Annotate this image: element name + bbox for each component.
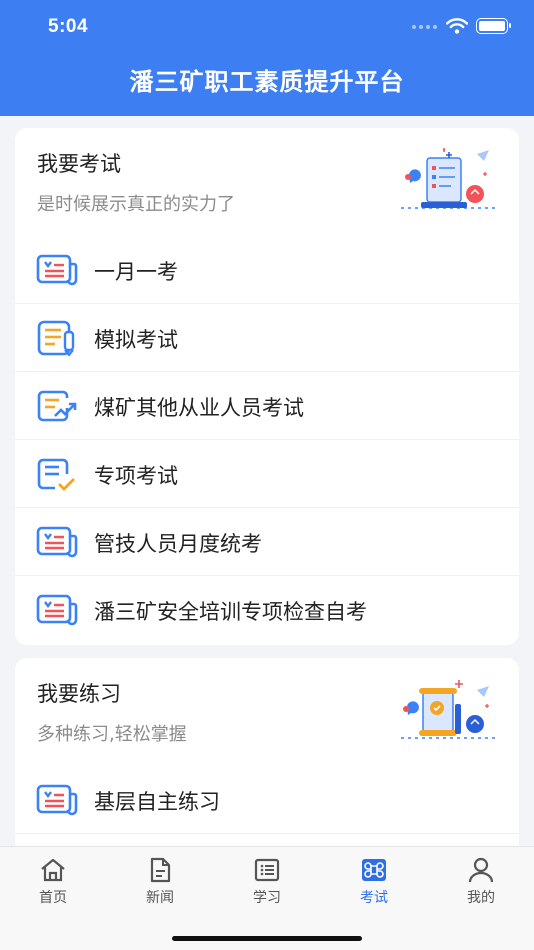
home-indicator[interactable] — [172, 936, 362, 941]
exam-item-label: 潘三矿安全培训专项检查自考 — [94, 600, 367, 624]
tab-label: 新闻 — [146, 890, 174, 906]
tab-home[interactable]: 首页 — [18, 857, 88, 909]
wifi-icon — [446, 18, 468, 34]
exam-section-title: 我要考试 — [37, 152, 121, 176]
status-time: 5:04 — [48, 16, 89, 37]
exam-item-label: 专项考试 — [94, 464, 178, 488]
exam-item-label: 煤矿其他从业人员考试 — [94, 396, 304, 420]
document-check-icon — [37, 458, 75, 491]
exam-item-safety-self-test[interactable]: 潘三矿安全培训专项检查自考 — [15, 576, 519, 644]
cellular-signal-icon — [412, 23, 438, 29]
practice-section-subtitle: 多种练习,轻松掌握 — [37, 724, 187, 745]
practice-card: 我要练习 多种练习,轻松掌握 基层自主练习 — [15, 658, 519, 858]
battery-icon — [476, 18, 511, 34]
bottom-tab-bar: 首页 新闻 学习 考试 我的 — [0, 846, 534, 950]
tab-mine[interactable]: 我的 — [446, 857, 516, 909]
exam-item-management[interactable]: 管技人员月度统考 — [15, 508, 519, 576]
newspaper-icon — [36, 594, 78, 626]
exam-item-label: 模拟考试 — [94, 328, 178, 352]
newspaper-icon — [36, 784, 78, 816]
exam-item-monthly[interactable]: 一月一考 — [15, 236, 519, 304]
exam-item-mock[interactable]: 模拟考试 — [15, 304, 519, 372]
exam-paper-illustration — [401, 148, 497, 209]
exam-item-label: 一月一考 — [94, 260, 178, 284]
exam-item-label: 管技人员月度统考 — [94, 532, 262, 556]
status-bar: 5:04 — [0, 0, 534, 56]
home-icon — [41, 858, 65, 882]
tab-label: 考试 — [360, 890, 388, 906]
news-icon — [150, 857, 171, 883]
person-icon — [468, 857, 494, 883]
newspaper-icon — [36, 254, 78, 286]
tab-label: 我的 — [467, 890, 495, 906]
document-pen-icon — [37, 320, 75, 356]
newspaper-icon — [36, 526, 78, 558]
exam-item-other-staff[interactable]: 煤矿其他从业人员考试 — [15, 372, 519, 440]
exam-section-subtitle: 是时候展示真正的实力了 — [37, 194, 235, 215]
practice-item-self-study[interactable]: 基层自主练习 — [15, 766, 519, 834]
exam-item-special[interactable]: 专项考试 — [15, 440, 519, 508]
scroll-practice-illustration — [401, 680, 497, 739]
practice-card-header: 我要练习 多种练习,轻松掌握 — [15, 658, 519, 766]
tab-label: 首页 — [39, 890, 67, 906]
exam-card-header: 我要考试 是时候展示真正的实力了 — [15, 128, 519, 236]
practice-section-title: 我要练习 — [37, 682, 121, 706]
page-title: 潘三矿职工素质提升平台 — [129, 68, 405, 96]
exam-card: 我要考试 是时候展示真正的实力了 一月一考 模拟考试 煤矿其他从业人员考试 专项… — [15, 128, 519, 645]
command-icon — [362, 859, 386, 881]
tab-exam[interactable]: 考试 — [339, 857, 409, 909]
status-icons — [412, 18, 511, 34]
document-trend-icon — [37, 390, 77, 422]
tab-label: 学习 — [253, 890, 281, 906]
study-icon — [254, 858, 280, 882]
practice-item-label: 基层自主练习 — [94, 790, 220, 814]
tab-study[interactable]: 学习 — [232, 857, 302, 909]
app-header: 5:04 潘三矿职工素质提升平台 — [0, 0, 534, 116]
tab-news[interactable]: 新闻 — [125, 857, 195, 909]
